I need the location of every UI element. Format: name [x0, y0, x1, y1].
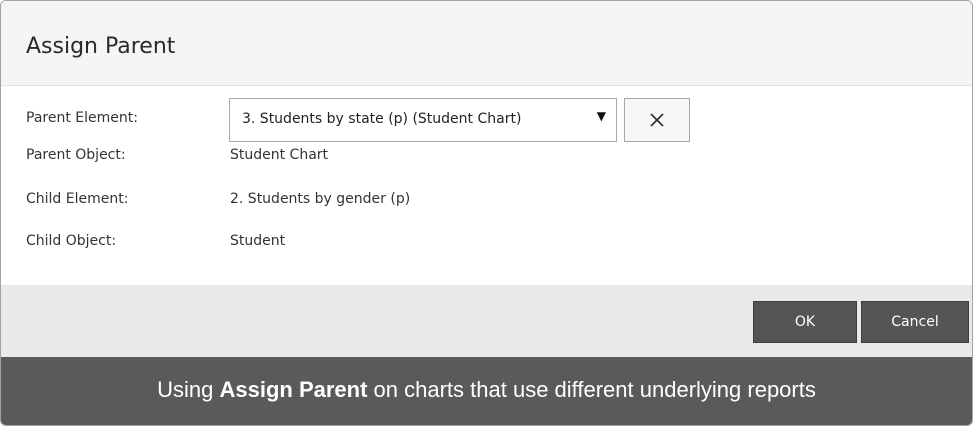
dialog-header: Assign Parent — [1, 1, 972, 86]
parent-object-label: Parent Object: — [26, 147, 126, 163]
child-element-value: 2. Students by gender (p) — [230, 191, 411, 207]
cancel-button[interactable]: Cancel — [861, 301, 969, 343]
dropdown-arrow-icon: ▼ — [596, 109, 606, 123]
dialog-title: Assign Parent — [26, 34, 176, 59]
ok-button[interactable]: OK — [753, 301, 857, 343]
caption-prefix: Using — [157, 377, 220, 402]
parent-object-value: Student Chart — [230, 147, 329, 163]
caption-suffix: on charts that use different underlying … — [367, 377, 816, 402]
parent-element-label: Parent Element: — [26, 110, 138, 126]
parent-element-select[interactable]: 3. Students by state (p) (Student Chart)… — [229, 98, 617, 142]
caption-bold: Assign Parent — [219, 377, 368, 402]
caption-bar: Using Assign Parent on charts that use d… — [1, 357, 972, 425]
child-object-label: Child Object: — [26, 233, 117, 249]
child-element-label: Child Element: — [26, 191, 129, 207]
caption-text: Using Assign Parent on charts that use d… — [1, 377, 972, 403]
assign-parent-dialog: Assign Parent Parent Element: 3. Student… — [0, 0, 973, 426]
child-object-value: Student — [230, 233, 286, 249]
clear-parent-button[interactable] — [624, 98, 690, 142]
close-icon — [650, 113, 664, 127]
parent-element-selected-value: 3. Students by state (p) (Student Chart) — [242, 111, 522, 127]
